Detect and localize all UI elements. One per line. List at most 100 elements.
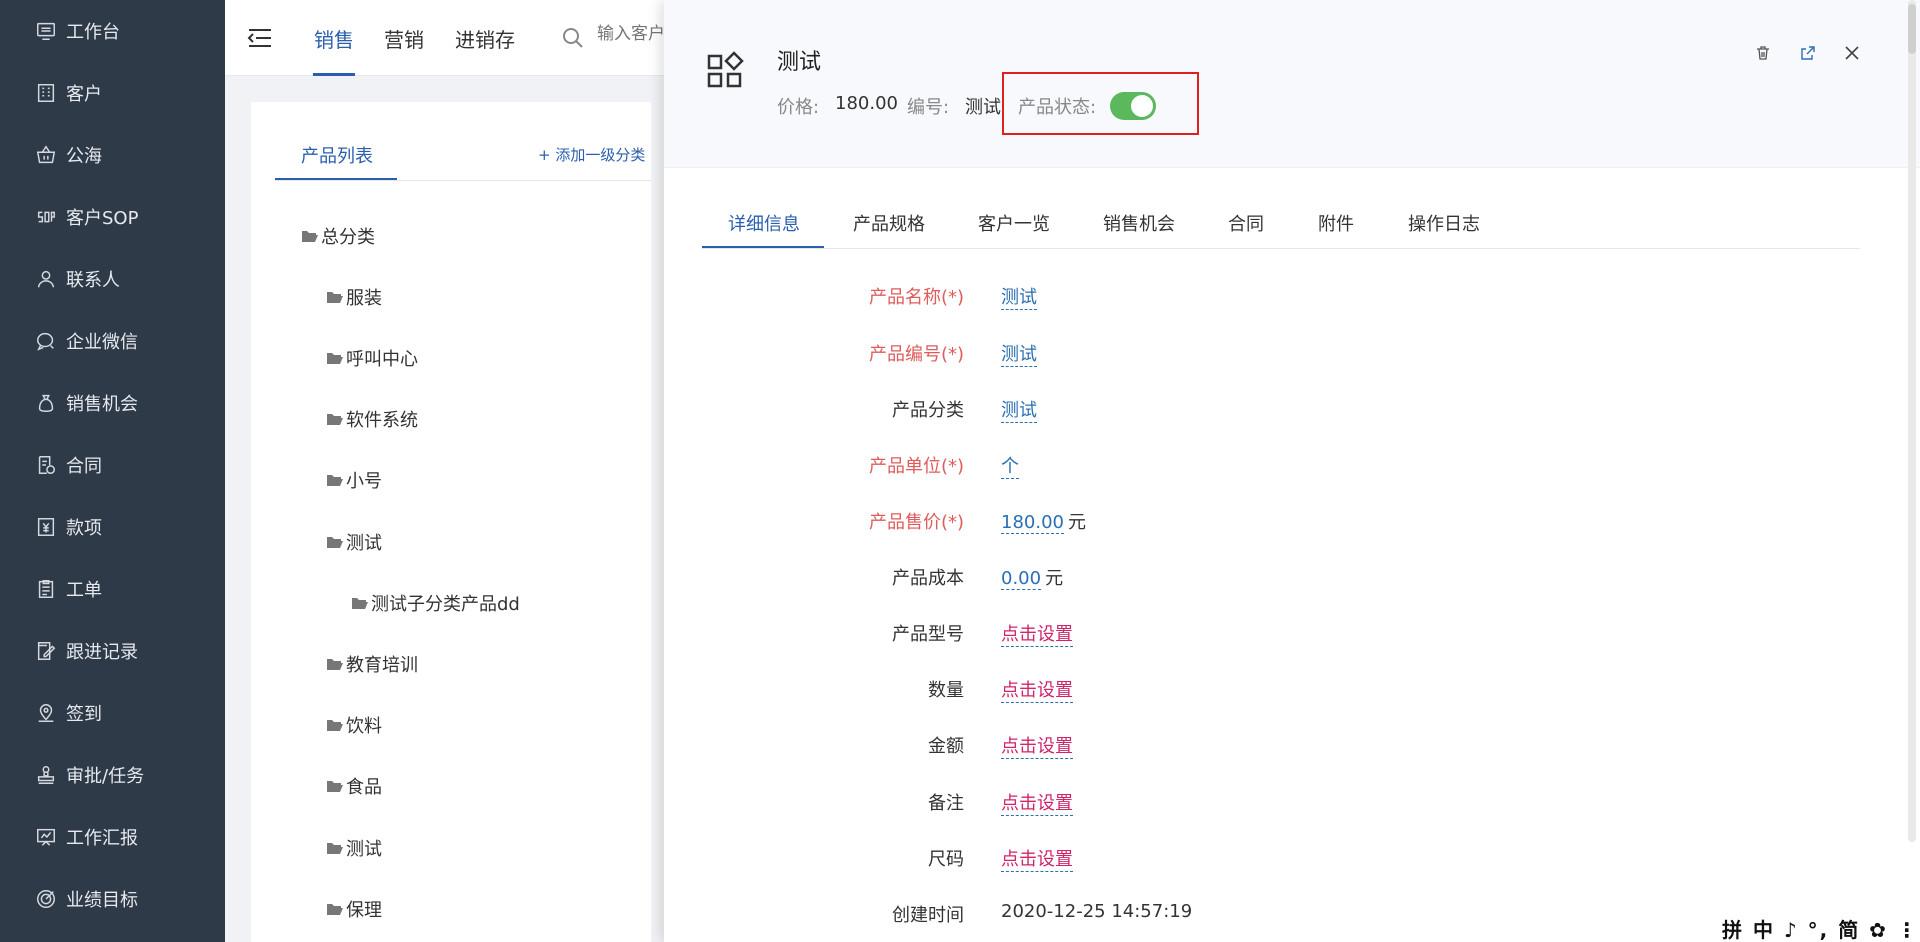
folder-open-icon (302, 231, 318, 242)
sidebar-item-sales-opportunity[interactable]: 销售机会 (0, 372, 225, 434)
active-tab-indicator (313, 73, 355, 76)
tree-node[interactable]: 服装 (326, 284, 382, 310)
sidebar-item-label: 工单 (66, 580, 102, 601)
folder-open-icon (327, 781, 343, 792)
sidebar-item-work-report[interactable]: 工作汇报 (0, 806, 225, 868)
delete-button[interactable] (1752, 42, 1774, 64)
sidebar-item-label: 合同 (66, 456, 102, 477)
field-value[interactable]: 个 (1001, 452, 1019, 479)
field-label: 创建时间 (892, 905, 964, 926)
menu-toggle-icon[interactable] (247, 26, 273, 50)
field-amount: 金额 点击设置 (664, 732, 1664, 760)
tab-attachments[interactable]: 附件 (1318, 210, 1354, 236)
tree-node[interactable]: 测试 (326, 529, 382, 555)
field-value[interactable]: 点击设置 (1001, 845, 1073, 872)
sidebar-item-workbench[interactable]: 工作台 (0, 0, 225, 62)
field-remark: 备注 点击设置 (664, 789, 1664, 817)
folder-open-icon (327, 904, 343, 915)
field-product-unit: 产品单位(*) 个 (664, 452, 1664, 480)
unit-label: 元 (1045, 568, 1064, 589)
tab-contracts[interactable]: 合同 (1228, 210, 1264, 236)
sidebar-item-work-order[interactable]: 工单 (0, 558, 225, 620)
folder-open-icon (327, 659, 343, 670)
open-new-window-button[interactable] (1797, 42, 1819, 64)
sidebar-item-customer-sop[interactable]: 客户SOP (0, 186, 225, 248)
money-bag-icon (34, 391, 58, 415)
scrollbar-thumb[interactable] (1908, 4, 1916, 54)
sop-icon (34, 205, 58, 229)
sidebar-item-wecom[interactable]: 企业微信 (0, 310, 225, 372)
field-label: 产品单位(*) (868, 456, 964, 477)
code-value: 测试 (965, 97, 1001, 118)
tab-sales[interactable]: 销售 (314, 24, 354, 53)
tab-customers[interactable]: 客户一览 (978, 210, 1050, 236)
contract-icon (34, 453, 58, 477)
field-value[interactable]: 点击设置 (1001, 732, 1073, 759)
sidebar-item-customer[interactable]: 客户 (0, 62, 225, 124)
field-value-wrap: 0.00 元 (1001, 564, 1063, 590)
field-value[interactable]: 点击设置 (1001, 676, 1073, 703)
tab-specs[interactable]: 产品规格 (853, 210, 925, 236)
field-label: 金额 (928, 736, 964, 757)
sidebar-item-contract[interactable]: 合同 (0, 434, 225, 496)
tab-inventory[interactable]: 进销存 (455, 24, 515, 53)
search-input[interactable] (597, 24, 667, 44)
close-button[interactable] (1841, 42, 1863, 64)
field-product-code: 产品编号(*) 测试 (664, 340, 1664, 368)
folder-open-icon (327, 843, 343, 854)
field-value[interactable]: 点击设置 (1001, 620, 1073, 647)
field-value[interactable]: 0.00 (1001, 568, 1042, 590)
sidebar-item-label: 跟进记录 (66, 642, 138, 663)
tree-node[interactable]: 测试子分类产品dd (351, 590, 520, 616)
sidebar-item-check-in[interactable]: 签到 (0, 682, 225, 744)
tree-node-root[interactable]: 总分类 (301, 223, 375, 249)
tree-node[interactable]: 保理 (326, 896, 382, 922)
field-label: 产品编号(*) (868, 344, 964, 365)
divider (702, 248, 1860, 249)
person-icon (34, 267, 58, 291)
tab-details[interactable]: 详细信息 (728, 210, 800, 236)
field-value[interactable]: 180.00 (1001, 512, 1064, 534)
price-value: 180.00 (835, 93, 898, 114)
search-icon[interactable] (561, 26, 585, 50)
tab-opportunities[interactable]: 销售机会 (1103, 210, 1175, 236)
sidebar-item-payments[interactable]: 款项 (0, 496, 225, 558)
sidebar-item-approval[interactable]: 审批/任务 (0, 744, 225, 806)
sidebar-item-label: 联系人 (66, 270, 120, 291)
tree-node[interactable]: 软件系统 (326, 406, 418, 432)
sidebar-item-label: 工作台 (66, 22, 120, 43)
field-product-model: 产品型号 点击设置 (664, 620, 1664, 648)
external-link-icon (1801, 46, 1815, 60)
ime-toolbar[interactable]: 拼 中 ♪ °, 简 ✿ ⋮ (1722, 914, 1919, 942)
product-apps-icon (707, 51, 744, 88)
sidebar: 工作台 客户 公海 客户SOP 联系人 企业微信 销售机会 合同 款项 工单 跟… (0, 0, 225, 942)
sidebar-item-label: 客户SOP (66, 208, 139, 229)
field-value[interactable]: 测试 (1001, 340, 1037, 367)
field-value[interactable]: 测试 (1001, 283, 1037, 310)
folder-open-icon (327, 537, 343, 548)
tree-node[interactable]: 教育培训 (326, 651, 418, 677)
sidebar-item-performance-target[interactable]: 业绩目标 (0, 868, 225, 930)
tab-product-list[interactable]: 产品列表 (301, 142, 373, 168)
product-title: 测试 (777, 50, 822, 75)
tree-node[interactable]: 饮料 (326, 712, 382, 738)
sidebar-item-follow-up[interactable]: 跟进记录 (0, 620, 225, 682)
field-value[interactable]: 点击设置 (1001, 789, 1073, 816)
scrollbar-track[interactable] (1908, 0, 1916, 842)
tab-operation-log[interactable]: 操作日志 (1408, 210, 1480, 236)
tree-node[interactable]: 食品 (326, 773, 382, 799)
drawer-header: 测试 价格: 180.00 编号: 测试 产品状态: (664, 0, 1920, 168)
tab-marketing[interactable]: 营销 (384, 24, 424, 53)
basket-icon (34, 143, 58, 167)
folder-open-icon (327, 475, 343, 486)
tree-node[interactable]: 呼叫中心 (326, 345, 418, 371)
sidebar-item-contacts[interactable]: 联系人 (0, 248, 225, 310)
edit-icon (34, 639, 58, 663)
add-category-button[interactable]: + 添加一级分类 (538, 144, 645, 165)
field-value[interactable]: 测试 (1001, 396, 1037, 423)
sidebar-item-public-pool[interactable]: 公海 (0, 124, 225, 186)
tree-node[interactable]: 小号 (326, 467, 382, 493)
tree-node[interactable]: 测试 (326, 835, 382, 861)
close-icon (1845, 46, 1859, 60)
price-label: 价格: (777, 97, 820, 118)
